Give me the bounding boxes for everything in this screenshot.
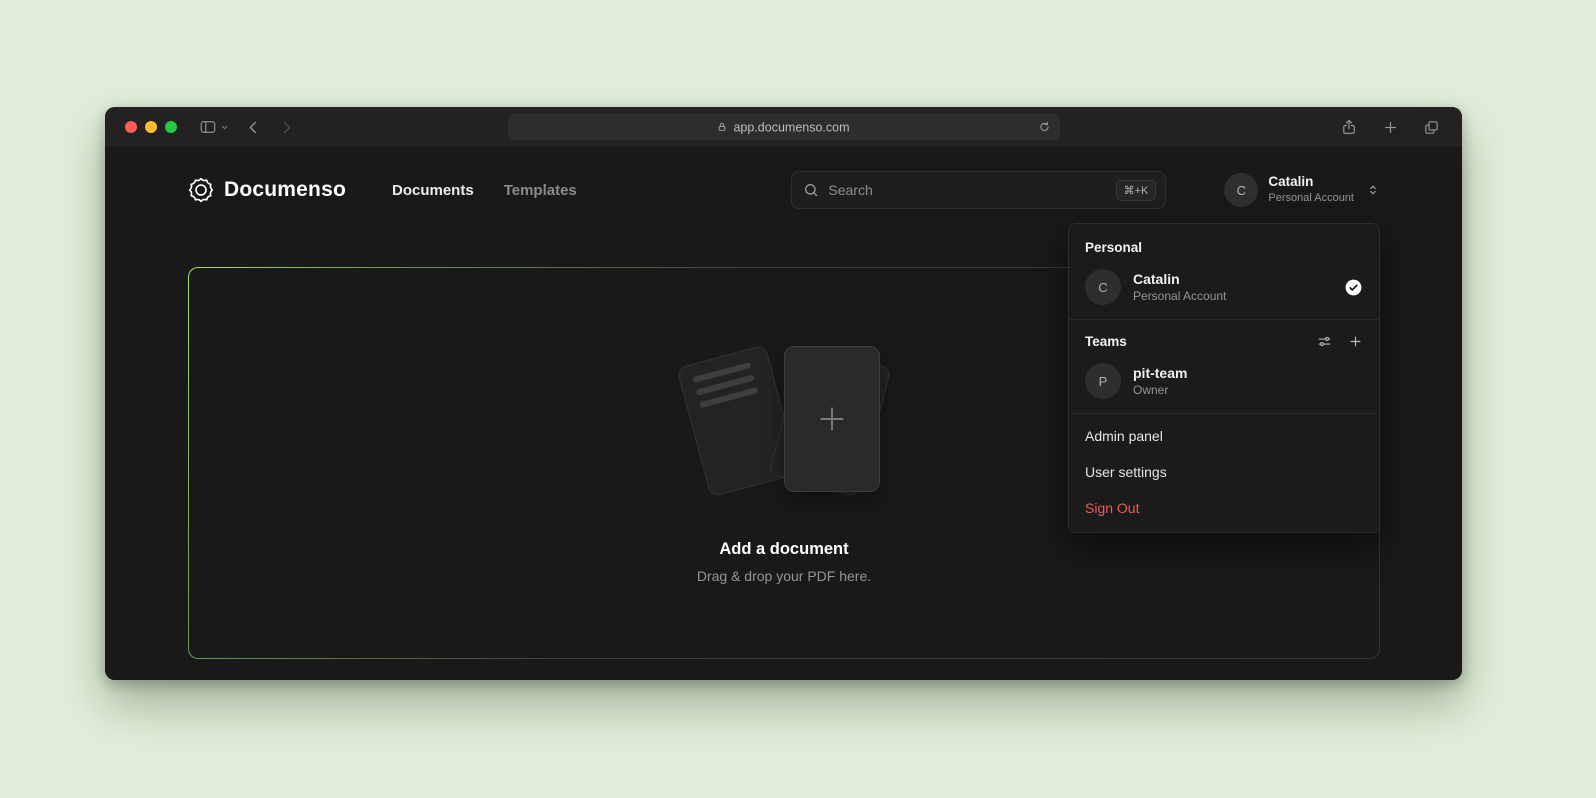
- menu-item-user-settings[interactable]: User settings: [1069, 454, 1379, 490]
- account-type: Personal Account: [1268, 191, 1354, 205]
- share-icon[interactable]: [1340, 118, 1358, 136]
- search-icon: [803, 182, 819, 198]
- tab-overview-icon[interactable]: [1423, 119, 1440, 136]
- create-team-icon[interactable]: [1348, 334, 1363, 349]
- team-item[interactable]: P pit-team Owner: [1069, 357, 1379, 411]
- teams-section-heading: Teams: [1069, 324, 1379, 357]
- account-menu-trigger[interactable]: C Catalin Personal Account: [1224, 173, 1380, 207]
- manage-teams-icon[interactable]: [1317, 334, 1332, 349]
- toolbar-left-buttons: [199, 118, 295, 136]
- search-input[interactable]: [828, 182, 1106, 198]
- dropzone-subtitle: Drag & drop your PDF here.: [697, 568, 871, 584]
- minimize-button[interactable]: [145, 121, 157, 133]
- brand-name: Documenso: [224, 178, 346, 202]
- teams-heading-label: Teams: [1085, 334, 1127, 349]
- chevron-up-down-icon: [1366, 182, 1380, 198]
- nav-documents[interactable]: Documents: [392, 182, 474, 199]
- personal-name: Catalin: [1133, 271, 1226, 287]
- search-shortcut-badge: ⌘+K: [1116, 180, 1157, 201]
- personal-avatar: C: [1085, 269, 1121, 305]
- nav-templates[interactable]: Templates: [504, 182, 577, 199]
- lock-icon: [717, 122, 727, 133]
- brand[interactable]: Documenso: [188, 177, 346, 203]
- documenso-logo-icon: [188, 177, 214, 203]
- sidebar-toggle-icon[interactable]: [199, 118, 217, 136]
- menu-item-admin-panel[interactable]: Admin panel: [1069, 418, 1379, 454]
- menu-item-sign-out[interactable]: Sign Out: [1069, 490, 1379, 526]
- plus-icon: [815, 402, 849, 436]
- browser-toolbar: app.documenso.com: [105, 107, 1462, 147]
- sidebar-chevron-down-icon[interactable]: [220, 123, 229, 132]
- personal-subtitle: Personal Account: [1133, 289, 1226, 303]
- document-card-center: [784, 346, 880, 492]
- personal-section-heading: Personal: [1069, 228, 1379, 263]
- main-nav: Documents Templates: [392, 182, 577, 199]
- team-avatar: P: [1085, 363, 1121, 399]
- address-bar[interactable]: app.documenso.com: [508, 114, 1060, 141]
- forward-button[interactable]: [278, 119, 295, 136]
- menu-separator: [1069, 413, 1379, 414]
- selected-check-icon: [1344, 278, 1363, 297]
- url-text: app.documenso.com: [733, 120, 849, 134]
- new-tab-icon[interactable]: [1382, 119, 1399, 136]
- toolbar-right-buttons: [1340, 118, 1462, 136]
- account-name: Catalin: [1268, 174, 1354, 191]
- zoom-button[interactable]: [165, 121, 177, 133]
- personal-account-item[interactable]: C Catalin Personal Account: [1069, 263, 1379, 317]
- traffic-lights: [105, 121, 177, 133]
- account-dropdown-menu: Personal C Catalin Personal Account Team…: [1068, 223, 1380, 533]
- documents-stack-illustration: [664, 342, 904, 500]
- team-role: Owner: [1133, 383, 1187, 397]
- browser-window: app.documenso.com: [105, 107, 1462, 680]
- account-avatar: C: [1224, 173, 1258, 207]
- back-button[interactable]: [245, 119, 262, 136]
- search-box[interactable]: ⌘+K: [791, 171, 1166, 209]
- menu-separator: [1069, 319, 1379, 320]
- close-button[interactable]: [125, 121, 137, 133]
- app-header: Documenso Documents Templates ⌘+K C Cata…: [105, 147, 1462, 209]
- dropzone-title: Add a document: [719, 540, 848, 559]
- refresh-icon[interactable]: [1038, 121, 1051, 134]
- team-name: pit-team: [1133, 365, 1187, 381]
